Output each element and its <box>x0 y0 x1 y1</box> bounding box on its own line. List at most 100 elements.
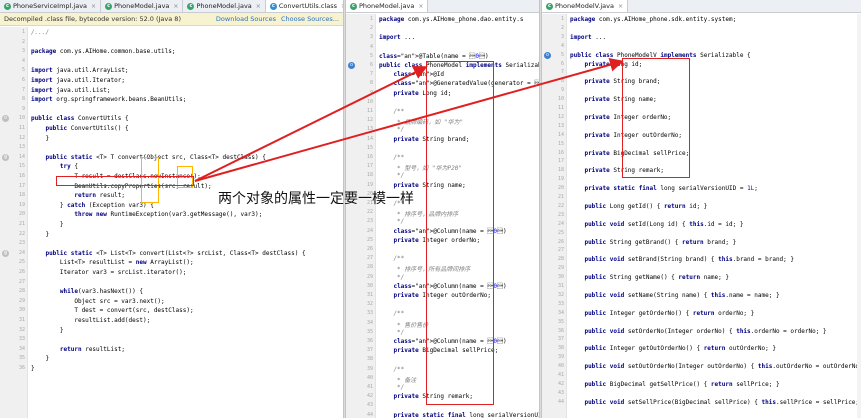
code-line[interactable]: public static <T> List<T> convert(List<?… <box>31 250 305 257</box>
line-number: 28 <box>18 288 25 295</box>
method-marker-icon[interactable]: @ <box>2 153 9 161</box>
close-icon[interactable]: × <box>256 3 261 10</box>
code-line[interactable]: */ <box>379 218 404 225</box>
line-number: 32 <box>557 291 564 298</box>
class-marker-icon[interactable]: o <box>544 51 551 59</box>
tab-phonemodel-java[interactable]: c PhoneModel.java × <box>183 0 266 12</box>
java-class-icon: c <box>105 2 113 10</box>
line-number: 2 <box>369 25 373 32</box>
code-line[interactable]: /** <box>379 108 404 115</box>
code-line[interactable]: import org.springframework.beans.BeanUti… <box>31 96 186 103</box>
line-number: 23 <box>557 211 564 218</box>
code-line[interactable]: */ <box>379 172 404 179</box>
code-line[interactable]: } <box>31 365 35 372</box>
code-line[interactable]: T dest = convert(src, destClass); <box>31 307 193 314</box>
code-line[interactable]: public void setBrand(String brand) { thi… <box>570 256 794 263</box>
choose-sources-link[interactable]: Choose Sources... <box>281 15 339 23</box>
code-line[interactable]: Iterator var3 = srcList.iterator(); <box>31 269 186 276</box>
code-line[interactable]: package com.ys.AIHome_phone.sdk.entity.s… <box>570 16 736 23</box>
code-line[interactable]: public void setOrderNo(Integer orderNo) … <box>570 328 826 335</box>
code-line[interactable]: private static final long serialVersionU… <box>379 412 539 418</box>
code-line[interactable]: public void setOutOrderNo(Integer outOrd… <box>570 363 861 370</box>
code-line[interactable]: import ... <box>570 34 606 41</box>
code-line[interactable]: class="an">@Table(name = 0) <box>379 53 489 60</box>
code-line[interactable]: public Integer getOutOrderNo() { return … <box>570 345 776 352</box>
code-line[interactable]: */ <box>379 274 404 281</box>
line-number: 42 <box>557 380 564 387</box>
close-icon[interactable]: × <box>618 3 623 10</box>
code-line[interactable]: public Long getId() { return id; } <box>570 203 707 210</box>
tab-phonemodel-java[interactable]: c PhoneModel.java × <box>101 0 184 12</box>
code-line[interactable]: import java.util.ArrayList; <box>31 67 129 74</box>
line-number: 16 <box>18 173 25 179</box>
code-area[interactable]: package com.ys.AIHome_phone.sdk.entity.s… <box>567 14 861 418</box>
code-line[interactable]: public class ConvertUtils { <box>31 115 129 122</box>
vertical-scrollbar[interactable] <box>857 14 861 418</box>
class-marker-icon[interactable]: o <box>2 115 9 123</box>
line-number: 26 <box>366 246 373 252</box>
line-number: 14 <box>18 153 25 160</box>
code-line[interactable]: } <box>31 327 64 334</box>
code-editor[interactable]: 1 2 3 4 5 6 7 8 9 10 11 12 13 14 15 16 17 18 19 20 21 22 23 24 2… <box>0 27 343 418</box>
code-line[interactable]: import ... <box>379 34 415 41</box>
code-line[interactable]: public void setSellPrice(BigDecimal sell… <box>570 399 861 406</box>
code-line[interactable]: Object src = var3.next(); <box>31 298 164 305</box>
method-marker-icon[interactable]: @ <box>2 249 9 257</box>
close-icon[interactable]: × <box>173 3 178 10</box>
code-line[interactable]: private static final long serialVersionU… <box>570 185 757 192</box>
code-line[interactable]: while(var3.hasNext()) { <box>31 288 143 295</box>
code-line[interactable]: return result; <box>31 192 125 199</box>
code-line[interactable]: import java.util.List; <box>31 87 110 94</box>
code-line[interactable]: List<T> resultList = new ArrayList(); <box>31 259 194 266</box>
code-line[interactable]: try { <box>31 163 78 170</box>
code-line[interactable]: /.../ <box>31 29 49 36</box>
line-number: 12 <box>366 117 373 124</box>
code-line[interactable]: public void setId(Long id) { this.id = i… <box>570 221 743 228</box>
tab-convertutils-class[interactable]: cConvertUtils.class× <box>265 0 343 12</box>
code-line[interactable]: resultList.add(dest); <box>31 317 150 324</box>
code-line[interactable]: * 售价售价 <box>379 320 428 329</box>
tab-phonemodel[interactable]: c PhoneModel.java × <box>346 0 429 12</box>
code-line[interactable]: /** <box>379 310 404 317</box>
code-line[interactable]: } <box>31 231 49 238</box>
code-area[interactable]: /.../ package com.ys.AIHome.common.base.u… <box>28 27 343 418</box>
code-line[interactable]: * 备注 <box>379 375 416 384</box>
code-line[interactable]: public String getBrand() { return brand;… <box>570 239 736 246</box>
line-number: 18 <box>557 167 564 174</box>
code-line[interactable]: /** <box>379 154 404 161</box>
line-number: 22 <box>557 202 564 209</box>
close-icon[interactable]: × <box>418 3 423 10</box>
code-line[interactable]: public BigDecimal getSellPrice() { retur… <box>570 381 779 388</box>
code-line[interactable]: /** <box>379 255 404 262</box>
code-line[interactable]: package com.ys.AIHome.common.base.utils; <box>31 48 176 55</box>
code-line[interactable]: /** <box>379 366 404 373</box>
line-number: 9 <box>21 105 25 112</box>
code-line[interactable]: */ <box>379 329 404 336</box>
code-line[interactable]: import java.util.Iterator; <box>31 77 125 84</box>
tab-label: PhoneModel.java <box>196 2 252 10</box>
download-sources-link[interactable]: Download Sources <box>216 15 276 23</box>
close-icon[interactable]: × <box>91 3 96 10</box>
code-line[interactable]: */ <box>379 126 404 133</box>
code-line[interactable]: } catch (Exception var3) { <box>31 202 154 209</box>
class-marker-icon[interactable]: o <box>348 62 355 69</box>
code-line[interactable]: public Integer getOrderNo() { return ord… <box>570 310 754 317</box>
code-editor[interactable]: 1 2 3 4 5 6 7 8 9 10 11 12 13 14 15 16 17 18 19 20 21 22 23 24 2… <box>542 14 861 418</box>
code-line[interactable]: package com.ys.AIHome_phone.dao.entity.s <box>379 16 524 23</box>
code-line[interactable]: } <box>31 221 64 228</box>
line-number: 3 <box>560 33 564 40</box>
code-line[interactable]: } <box>31 135 49 142</box>
code-line[interactable]: */ <box>379 384 404 391</box>
line-number: 33 <box>366 310 373 317</box>
line-number: 35 <box>366 328 373 335</box>
code-line[interactable]: public void setName(String name) { this.… <box>570 292 779 299</box>
code-line[interactable]: return resultList; <box>31 346 125 353</box>
code-line[interactable]: public ConvertUtils() { <box>31 125 128 132</box>
line-number: 25 <box>18 259 25 266</box>
code-line[interactable]: public String getName() { return name; } <box>570 274 729 281</box>
code-line[interactable]: } <box>31 355 49 362</box>
tab-bar: c PhoneModel.java × <box>346 0 539 13</box>
tab-phonemodelv[interactable]: c PhoneModelV.java × <box>542 0 628 12</box>
tab-phoneserviceimpl-java[interactable]: c PhoneServiceImpl.java × <box>0 0 102 12</box>
code-line[interactable]: throw new RuntimeException(var3.getMessa… <box>31 211 262 218</box>
